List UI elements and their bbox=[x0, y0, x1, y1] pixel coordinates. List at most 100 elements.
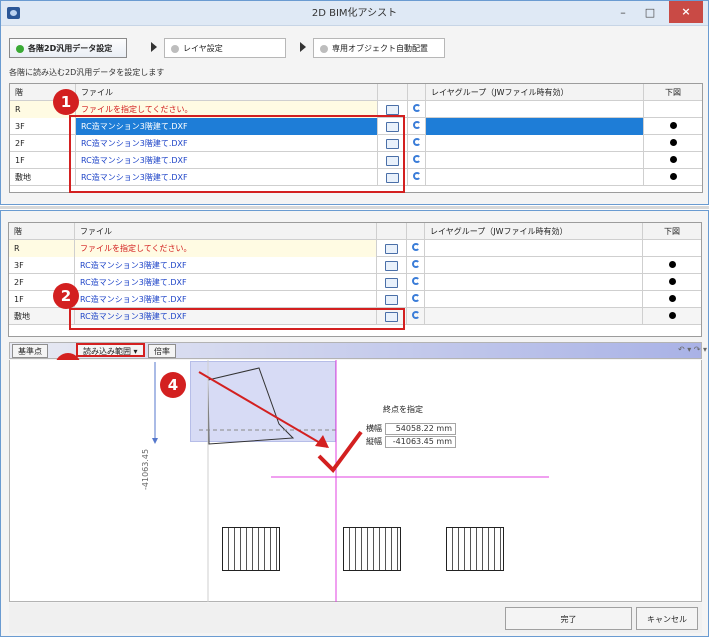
site-outline bbox=[207, 367, 295, 445]
callout-arrow bbox=[198, 371, 328, 448]
folder-icon bbox=[385, 261, 398, 271]
layer-cell[interactable] bbox=[426, 118, 644, 135]
underlay-cell[interactable] bbox=[643, 274, 701, 291]
floor-plan-thumbnail bbox=[446, 527, 504, 571]
col-underlay: 下図 bbox=[664, 227, 680, 236]
underlay-cell[interactable] bbox=[644, 152, 702, 169]
active-dot-icon bbox=[16, 45, 24, 53]
maximize-button[interactable]: □ bbox=[637, 3, 663, 23]
folder-icon bbox=[385, 278, 398, 288]
width-readout: 横幅 54058.22 mm bbox=[366, 423, 456, 435]
step-tab-layer[interactable]: レイヤ設定 bbox=[164, 38, 286, 58]
layer-cell[interactable] bbox=[426, 169, 644, 186]
table-row[interactable]: 3F RC造マンション3階建て.DXF bbox=[9, 257, 701, 274]
layer-cell[interactable] bbox=[425, 308, 643, 325]
undo-redo-icon[interactable]: ↶ ▾ ↷ ▾ bbox=[678, 345, 707, 354]
play-arrow-icon bbox=[300, 42, 306, 52]
read-range-dropdown[interactable]: 読み込み範囲 ▾ bbox=[76, 343, 145, 357]
open-folder-button[interactable] bbox=[377, 240, 407, 257]
reload-button[interactable] bbox=[408, 101, 426, 118]
section-divider bbox=[0, 206, 709, 209]
file-cell[interactable]: RC造マンション3階建て.DXF bbox=[75, 257, 377, 274]
finish-button[interactable]: 完了 bbox=[505, 607, 632, 630]
layer-cell[interactable] bbox=[426, 152, 644, 169]
floor-cell: 1F bbox=[10, 152, 76, 169]
step-label: 専用オブジェクト自動配置 bbox=[332, 44, 428, 53]
reload-button[interactable] bbox=[407, 257, 425, 274]
table-row[interactable]: 2F RC造マンション3階建て.DXF bbox=[9, 274, 701, 291]
floor-plan-thumbnail bbox=[343, 527, 401, 571]
underlay-dot-icon bbox=[669, 173, 677, 180]
layer-cell[interactable] bbox=[426, 135, 644, 152]
underlay-cell[interactable] bbox=[643, 257, 701, 274]
underlay-cell[interactable] bbox=[644, 118, 702, 135]
callout-2-badge: 2 bbox=[53, 283, 79, 309]
table-header: 階 ファイル レイヤグループ（JWファイル時有効） 下図 bbox=[10, 84, 702, 101]
refresh-icon bbox=[412, 172, 421, 180]
refresh-icon bbox=[411, 277, 420, 285]
underlay-cell[interactable] bbox=[643, 308, 701, 325]
callout-4-badge: 4 bbox=[160, 372, 186, 398]
reload-button[interactable] bbox=[407, 274, 425, 291]
title-bar: 2D BIM化アシスト – □ × bbox=[1, 1, 708, 26]
underlay-dot-icon bbox=[668, 295, 676, 302]
open-folder-button[interactable] bbox=[377, 257, 407, 274]
step-tab-auto-place[interactable]: 専用オブジェクト自動配置 bbox=[313, 38, 445, 58]
height-value: -41063.45 bbox=[392, 437, 434, 446]
table-row[interactable]: R ファイルを指定してください。 bbox=[9, 240, 701, 257]
callout-1-badge: 1 bbox=[53, 89, 79, 115]
height-field[interactable]: -41063.45 mm bbox=[385, 436, 456, 448]
refresh-icon bbox=[412, 138, 421, 146]
dimension-label: -41063.45 bbox=[141, 448, 150, 490]
scale-button[interactable]: 倍率 bbox=[148, 344, 176, 358]
underlay-cell[interactable] bbox=[644, 101, 702, 118]
close-button[interactable]: × bbox=[669, 1, 703, 23]
refresh-icon bbox=[412, 155, 421, 163]
open-folder-button[interactable] bbox=[377, 291, 407, 308]
reload-button[interactable] bbox=[408, 152, 426, 169]
underlay-cell[interactable] bbox=[643, 240, 701, 257]
table-row[interactable]: 1F RC造マンション3階建て.DXF bbox=[9, 291, 701, 308]
folder-icon bbox=[385, 244, 398, 254]
underlay-dot-icon bbox=[668, 278, 676, 285]
file-cell[interactable]: ファイルを指定してください。 bbox=[75, 240, 377, 257]
layer-cell[interactable] bbox=[426, 101, 644, 118]
col-layer-group: レイヤグループ（JWファイル時有効） bbox=[426, 84, 644, 101]
width-label: 横幅 bbox=[366, 424, 382, 433]
file-cell[interactable]: RC造マンション3階建て.DXF bbox=[75, 291, 377, 308]
floor-cell: 敷地 bbox=[10, 169, 76, 186]
minimize-button[interactable]: – bbox=[611, 3, 635, 23]
layer-cell[interactable] bbox=[425, 291, 643, 308]
underlay-cell[interactable] bbox=[644, 169, 702, 186]
col-file: ファイル bbox=[76, 84, 378, 101]
folder-icon bbox=[385, 295, 398, 305]
cancel-button[interactable]: キャンセル bbox=[636, 607, 698, 630]
col-layer-group: レイヤグループ（JWファイル時有効） bbox=[425, 223, 643, 240]
col-file: ファイル bbox=[75, 223, 377, 240]
reload-button[interactable] bbox=[408, 118, 426, 135]
base-point-button[interactable]: 基準点 bbox=[12, 344, 48, 358]
layer-cell[interactable] bbox=[425, 257, 643, 274]
reload-button[interactable] bbox=[407, 291, 425, 308]
floor-plan-thumbnail bbox=[222, 527, 280, 571]
reload-button[interactable] bbox=[408, 169, 426, 186]
inactive-dot-icon bbox=[171, 45, 179, 53]
underlay-cell[interactable] bbox=[643, 291, 701, 308]
reload-button[interactable] bbox=[407, 308, 425, 325]
step-tab-floor-data[interactable]: 各階2D汎用データ設定 bbox=[9, 38, 127, 58]
layer-cell[interactable] bbox=[425, 274, 643, 291]
underlay-dot-icon bbox=[669, 156, 677, 163]
reload-button[interactable] bbox=[408, 135, 426, 152]
open-folder-button[interactable] bbox=[377, 274, 407, 291]
layer-cell[interactable] bbox=[425, 240, 643, 257]
file-cell[interactable]: RC造マンション3階建て.DXF bbox=[75, 274, 377, 291]
width-field[interactable]: 54058.22 mm bbox=[385, 423, 456, 435]
floor-cell: 3F bbox=[10, 118, 76, 135]
floor-cell: 3F bbox=[9, 257, 75, 274]
reload-button[interactable] bbox=[407, 240, 425, 257]
refresh-icon bbox=[411, 243, 420, 251]
callout-2-highlight bbox=[69, 308, 405, 330]
floor-cell: 敷地 bbox=[9, 308, 75, 325]
underlay-dot-icon bbox=[669, 122, 677, 129]
underlay-cell[interactable] bbox=[644, 135, 702, 152]
